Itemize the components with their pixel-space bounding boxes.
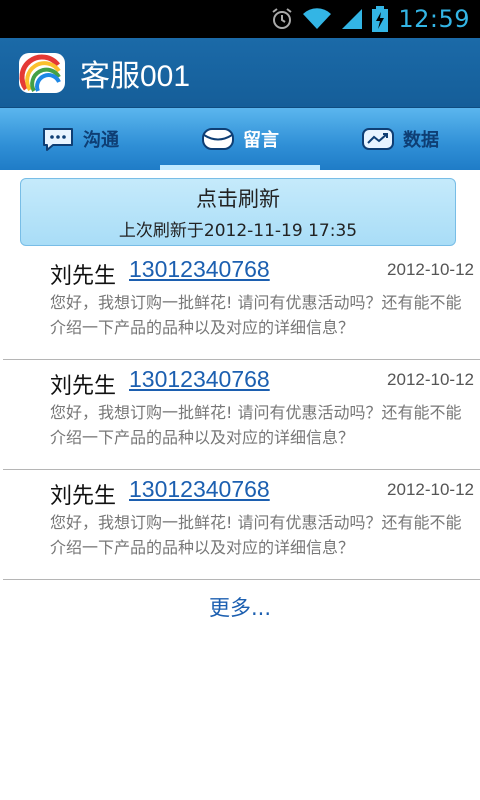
tab-data-label: 数据 — [403, 130, 439, 151]
message-line: 您好，我想订购一批鲜花! 请问有优惠活动吗？还有能不能 — [50, 293, 462, 312]
status-bar: 12:59 — [0, 0, 480, 38]
message-list: 刘先生 13012340768 2012-10-12 您好，我想订购一批鲜花! … — [0, 250, 480, 580]
trend-chart-icon — [362, 128, 394, 150]
message-date: 2012-10-12 — [387, 260, 474, 279]
message-line: 您好，我想订购一批鲜花! 请问有优惠活动吗？还有能不能 — [50, 513, 462, 532]
refresh-button[interactable]: 点击刷新 上次刷新于2012-11-19 17:35 — [20, 178, 456, 246]
message-body: 您好，我想订购一批鲜花! 请问有优惠活动吗？还有能不能 介绍一下产品的品种以及对… — [50, 290, 470, 340]
tab-bar: 沟通 留言 数据 — [0, 108, 480, 170]
message-line: 介绍一下产品的品种以及对应的详细信息？ — [50, 538, 355, 557]
tab-chat[interactable]: 沟通 — [0, 108, 160, 170]
battery-charging-icon — [372, 6, 389, 32]
message-body: 您好，我想订购一批鲜花! 请问有优惠活动吗？还有能不能 介绍一下产品的品种以及对… — [50, 400, 470, 450]
chat-bubble-icon — [43, 128, 73, 151]
sender-name: 刘先生 — [50, 484, 117, 509]
message-line: 介绍一下产品的品种以及对应的详细信息？ — [50, 428, 355, 447]
list-item[interactable]: 刘先生 13012340768 2012-10-12 您好，我想订购一批鲜花! … — [3, 470, 480, 580]
load-more-link[interactable]: 更多... — [0, 592, 480, 622]
refresh-title: 点击刷新 — [196, 187, 280, 211]
phone-link[interactable]: 13012340768 — [129, 476, 270, 503]
message-date: 2012-10-12 — [387, 480, 474, 499]
status-time: 12:59 — [398, 5, 470, 33]
status-icons — [270, 6, 389, 32]
sender-name: 刘先生 — [50, 264, 117, 289]
tab-chat-label: 沟通 — [83, 130, 119, 151]
signal-icon — [342, 9, 363, 29]
app-title: 客服001 — [80, 59, 191, 93]
tab-messages[interactable]: 留言 — [160, 108, 320, 170]
message-date: 2012-10-12 — [387, 370, 474, 389]
last-refresh-time: 上次刷新于2012-11-19 17:35 — [118, 221, 358, 241]
message-line: 您好，我想订购一批鲜花! 请问有优惠活动吗？还有能不能 — [50, 403, 462, 422]
phone-link[interactable]: 13012340768 — [129, 256, 270, 283]
tab-data[interactable]: 数据 — [320, 108, 480, 170]
phone-link[interactable]: 13012340768 — [129, 366, 270, 393]
list-item[interactable]: 刘先生 13012340768 2012-10-12 您好，我想订购一批鲜花! … — [3, 250, 480, 360]
alarm-icon — [272, 8, 292, 29]
message-line: 介绍一下产品的品种以及对应的详细信息？ — [50, 318, 355, 337]
wifi-icon — [303, 8, 332, 30]
rainbow-logo-icon — [19, 52, 65, 93]
tab-messages-label: 留言 — [243, 130, 279, 151]
app-header: 客服001 — [0, 38, 480, 108]
message-body: 您好，我想订购一批鲜花! 请问有优惠活动吗？还有能不能 介绍一下产品的品种以及对… — [50, 510, 470, 560]
list-item[interactable]: 刘先生 13012340768 2012-10-12 您好，我想订购一批鲜花! … — [3, 360, 480, 470]
sender-name: 刘先生 — [50, 374, 117, 399]
message-icon — [202, 128, 234, 150]
